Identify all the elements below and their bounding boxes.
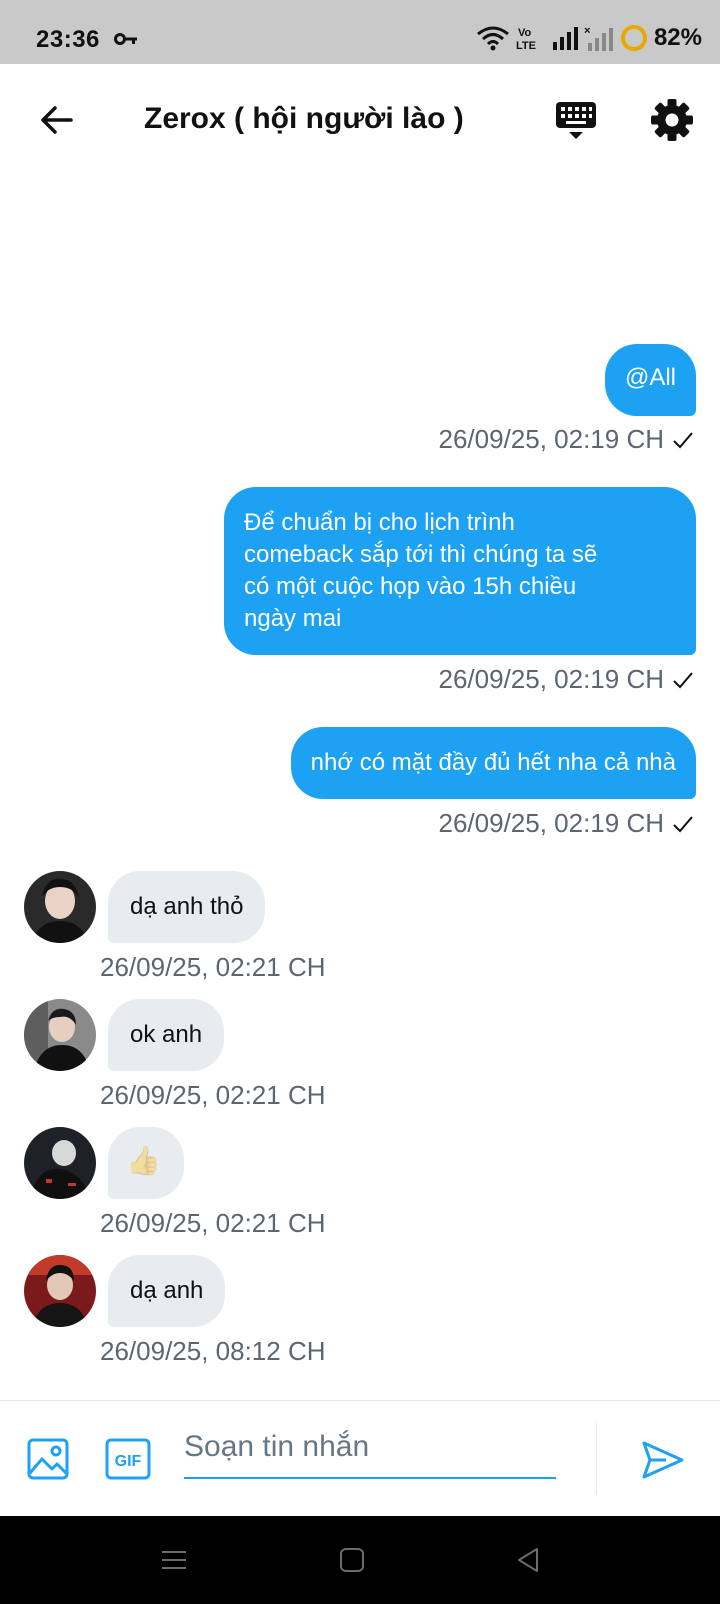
wifi-icon xyxy=(477,26,509,51)
back-button[interactable] xyxy=(34,98,78,142)
message-bubble-outgoing[interactable]: @All xyxy=(604,344,696,416)
message-timestamp: 26/09/25, 02:21 CH xyxy=(100,1208,326,1238)
image-icon[interactable] xyxy=(26,1437,70,1481)
status-bar: 23:36 Vo LTE × 82% xyxy=(0,0,720,64)
message-text: nhớ có mặt đầy đủ hết nha cả nhà xyxy=(310,749,676,776)
message-timestamp: 26/09/25, 02:19 CH xyxy=(438,808,665,838)
status-icons: Vo LTE × 82% xyxy=(476,24,702,52)
keyboard-icon[interactable] xyxy=(552,98,600,146)
message-meta: 26/09/25, 02:21 CH xyxy=(100,1208,326,1239)
message-input[interactable] xyxy=(184,1423,556,1479)
message-text-line: comeback sắp tới thì chúng ta sẽ xyxy=(244,541,598,568)
avatar-photo xyxy=(24,871,96,943)
message-meta: 26/09/25, 02:19 CH xyxy=(439,664,695,695)
check-icon xyxy=(673,671,693,688)
svg-text:×: × xyxy=(584,25,590,37)
volte-icon: Vo LTE xyxy=(516,27,536,51)
system-nav-bar xyxy=(0,1516,720,1604)
message-bubble-incoming[interactable]: dạ anh xyxy=(108,1255,226,1327)
conversation-title: Zerox ( hội người lào ) xyxy=(144,102,464,135)
avatar[interactable] xyxy=(24,871,96,943)
signal-no-sim-icon: × xyxy=(584,25,613,51)
message-text: dạ anh xyxy=(130,1277,204,1304)
avatar[interactable] xyxy=(24,1127,96,1199)
status-time: 23:36 xyxy=(36,26,100,53)
svg-text:Vo: Vo xyxy=(518,27,532,39)
battery-icon xyxy=(620,25,647,51)
avatar-photo xyxy=(24,1127,96,1199)
conversation-header: Zerox ( hội người lào ) xyxy=(0,64,720,180)
message-bubble-outgoing[interactable]: Để chuẩn bị cho lịch trình comeback sắp … xyxy=(224,487,696,655)
message-text-line: có một cuộc họp vào 15h chiều xyxy=(244,573,577,600)
gif-label: GIF xyxy=(115,1453,142,1470)
check-icon xyxy=(673,431,693,448)
svg-text:LTE: LTE xyxy=(516,40,536,51)
message-composer: GIF xyxy=(0,1400,720,1516)
avatar[interactable] xyxy=(24,1255,96,1327)
gear-icon[interactable] xyxy=(648,96,696,144)
check-icon xyxy=(673,815,693,832)
message-timestamp: 26/09/25, 02:21 CH xyxy=(100,1080,326,1110)
message-text: @All xyxy=(624,364,676,391)
message-bubble-incoming[interactable]: dạ anh thỏ xyxy=(108,871,266,943)
message-timestamp: 26/09/25, 02:19 CH xyxy=(438,424,665,454)
back-nav-icon[interactable] xyxy=(512,1544,544,1576)
message-meta: 26/09/25, 02:19 CH xyxy=(439,424,695,455)
avatar[interactable] xyxy=(24,999,96,1071)
message-text: dạ anh thỏ xyxy=(130,893,244,920)
back-arrow-icon xyxy=(41,106,73,134)
message-bubble-outgoing[interactable]: nhớ có mặt đầy đủ hết nha cả nhà xyxy=(290,727,696,799)
message-timestamp: 26/09/25, 02:19 CH xyxy=(438,664,665,694)
composer-divider xyxy=(596,1423,597,1495)
avatar-photo xyxy=(24,1255,96,1327)
send-icon[interactable] xyxy=(640,1437,686,1483)
message-meta: 26/09/25, 02:21 CH xyxy=(100,952,326,983)
home-icon[interactable] xyxy=(336,1544,368,1576)
battery-percent: 82% xyxy=(653,24,702,51)
message-meta: 26/09/25, 02:19 CH xyxy=(439,808,695,839)
avatar-photo xyxy=(24,999,96,1071)
gif-button[interactable]: GIF xyxy=(104,1437,152,1481)
message-timestamp: 26/09/25, 02:21 CH xyxy=(100,952,326,982)
message-meta: 26/09/25, 02:21 CH xyxy=(100,1080,326,1111)
message-meta: 26/09/25, 08:12 CH xyxy=(100,1336,326,1367)
key-icon xyxy=(114,33,137,45)
menu-icon[interactable] xyxy=(158,1544,190,1576)
message-bubble-incoming[interactable]: ok anh xyxy=(108,999,225,1071)
message-timestamp: 26/09/25, 08:12 CH xyxy=(100,1336,326,1366)
gif-icon: GIF xyxy=(105,1438,151,1480)
message-text-line: Để chuẩn bị cho lịch trình xyxy=(244,509,515,536)
signal-icon xyxy=(552,27,578,50)
thumbs-up-icon: 👍 xyxy=(126,1145,161,1176)
message-text-line: ngày mai xyxy=(244,605,342,632)
message-text: ok anh xyxy=(130,1021,203,1048)
message-bubble-incoming[interactable]: 👍 xyxy=(108,1127,184,1199)
